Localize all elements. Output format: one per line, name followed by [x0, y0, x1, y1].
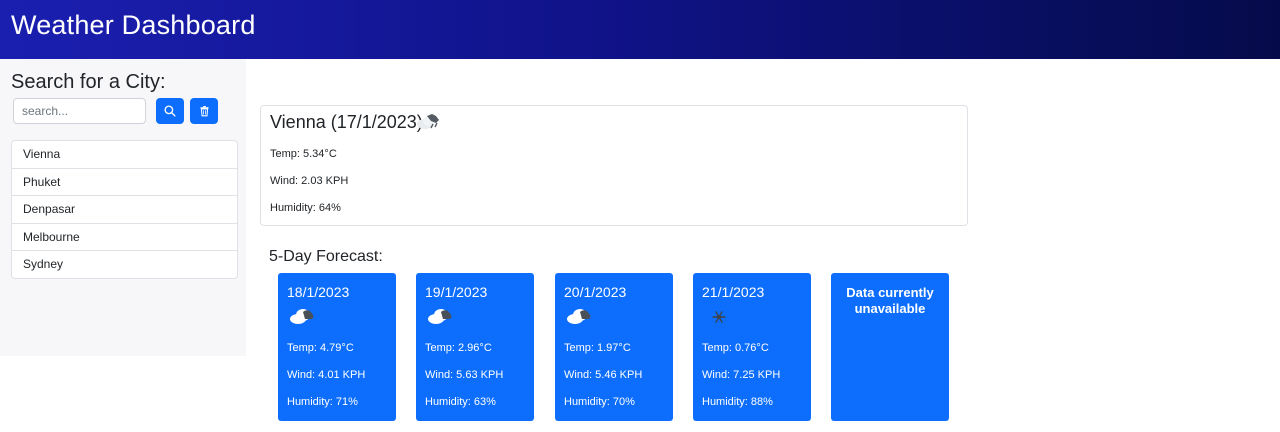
- forecast-wind: Wind: 5.46 KPH: [564, 369, 643, 381]
- forecast-wind: Wind: 5.63 KPH: [425, 369, 504, 381]
- cloud-icon: [567, 309, 591, 324]
- forecast-temp: Temp: 0.76°C: [702, 342, 769, 354]
- current-city-title: Vienna (17/1/2023): [270, 112, 423, 132]
- cloud-icon: [428, 309, 452, 324]
- current-temp: Temp: 5.34°C: [270, 148, 337, 160]
- history-item-phuket[interactable]: Phuket: [12, 167, 237, 196]
- sidebar: Search for a City: Vienna Phuket Denpasa…: [0, 59, 246, 356]
- forecast-wind: Wind: 4.01 KPH: [287, 369, 366, 381]
- header-bar: Weather Dashboard: [0, 0, 1280, 59]
- snow-icon: [712, 311, 726, 323]
- forecast-card: 19/1/2023 Temp: 2.96°C Wind: 5.63 KPH Hu…: [416, 273, 534, 421]
- forecast-humidity: Humidity: 71%: [287, 396, 358, 408]
- forecast-wind: Wind: 7.25 KPH: [702, 369, 781, 381]
- search-button[interactable]: [156, 98, 184, 124]
- forecast-card: 18/1/2023 Temp: 4.79°C Wind: 4.01 KPH Hu…: [278, 273, 396, 421]
- app-title: Weather Dashboard: [11, 10, 256, 40]
- forecast-humidity: Humidity: 63%: [425, 396, 496, 408]
- forecast-date: 18/1/2023: [287, 284, 350, 300]
- forecast-heading: 5-Day Forecast:: [269, 248, 383, 265]
- forecast-humidity: Humidity: 70%: [564, 396, 635, 408]
- forecast-date: 21/1/2023: [702, 284, 765, 300]
- trash-icon: [199, 106, 209, 117]
- current-wind: Wind: 2.03 KPH: [270, 175, 349, 187]
- forecast-temp: Temp: 1.97°C: [564, 342, 631, 354]
- data-unavailable-message: Data currently unavailable: [846, 285, 934, 316]
- forecast-card: 20/1/2023 Temp: 1.97°C Wind: 5.46 KPH Hu…: [555, 273, 673, 421]
- clear-history-button[interactable]: [190, 98, 218, 124]
- forecast-card-unavailable: Data currently unavailable: [831, 273, 949, 421]
- search-heading: Search for a City:: [11, 71, 166, 93]
- forecast-temp: Temp: 2.96°C: [425, 342, 492, 354]
- search-input[interactable]: [13, 98, 146, 124]
- current-weather-card: Vienna (17/1/2023) Temp: 5.34°C Wind: 2.…: [260, 105, 968, 226]
- history-item-sydney[interactable]: Sydney: [12, 250, 237, 278]
- forecast-temp: Temp: 4.79°C: [287, 342, 354, 354]
- cloud-rain-icon: [417, 114, 439, 129]
- forecast-card: 21/1/2023 Temp: 0.76°C Wind: 7.25 KPH Hu…: [693, 273, 811, 421]
- history-item-vienna[interactable]: Vienna: [12, 141, 237, 168]
- history-item-denpasar[interactable]: Denpasar: [12, 195, 237, 223]
- forecast-date: 19/1/2023: [425, 284, 488, 300]
- forecast-humidity: Humidity: 88%: [702, 396, 773, 408]
- search-icon: [164, 105, 176, 117]
- forecast-date: 20/1/2023: [564, 284, 627, 300]
- current-humidity: Humidity: 64%: [270, 202, 341, 214]
- history-item-melbourne[interactable]: Melbourne: [12, 222, 237, 251]
- search-history-list: Vienna Phuket Denpasar Melbourne Sydney: [11, 140, 238, 279]
- cloud-icon: [290, 309, 314, 324]
